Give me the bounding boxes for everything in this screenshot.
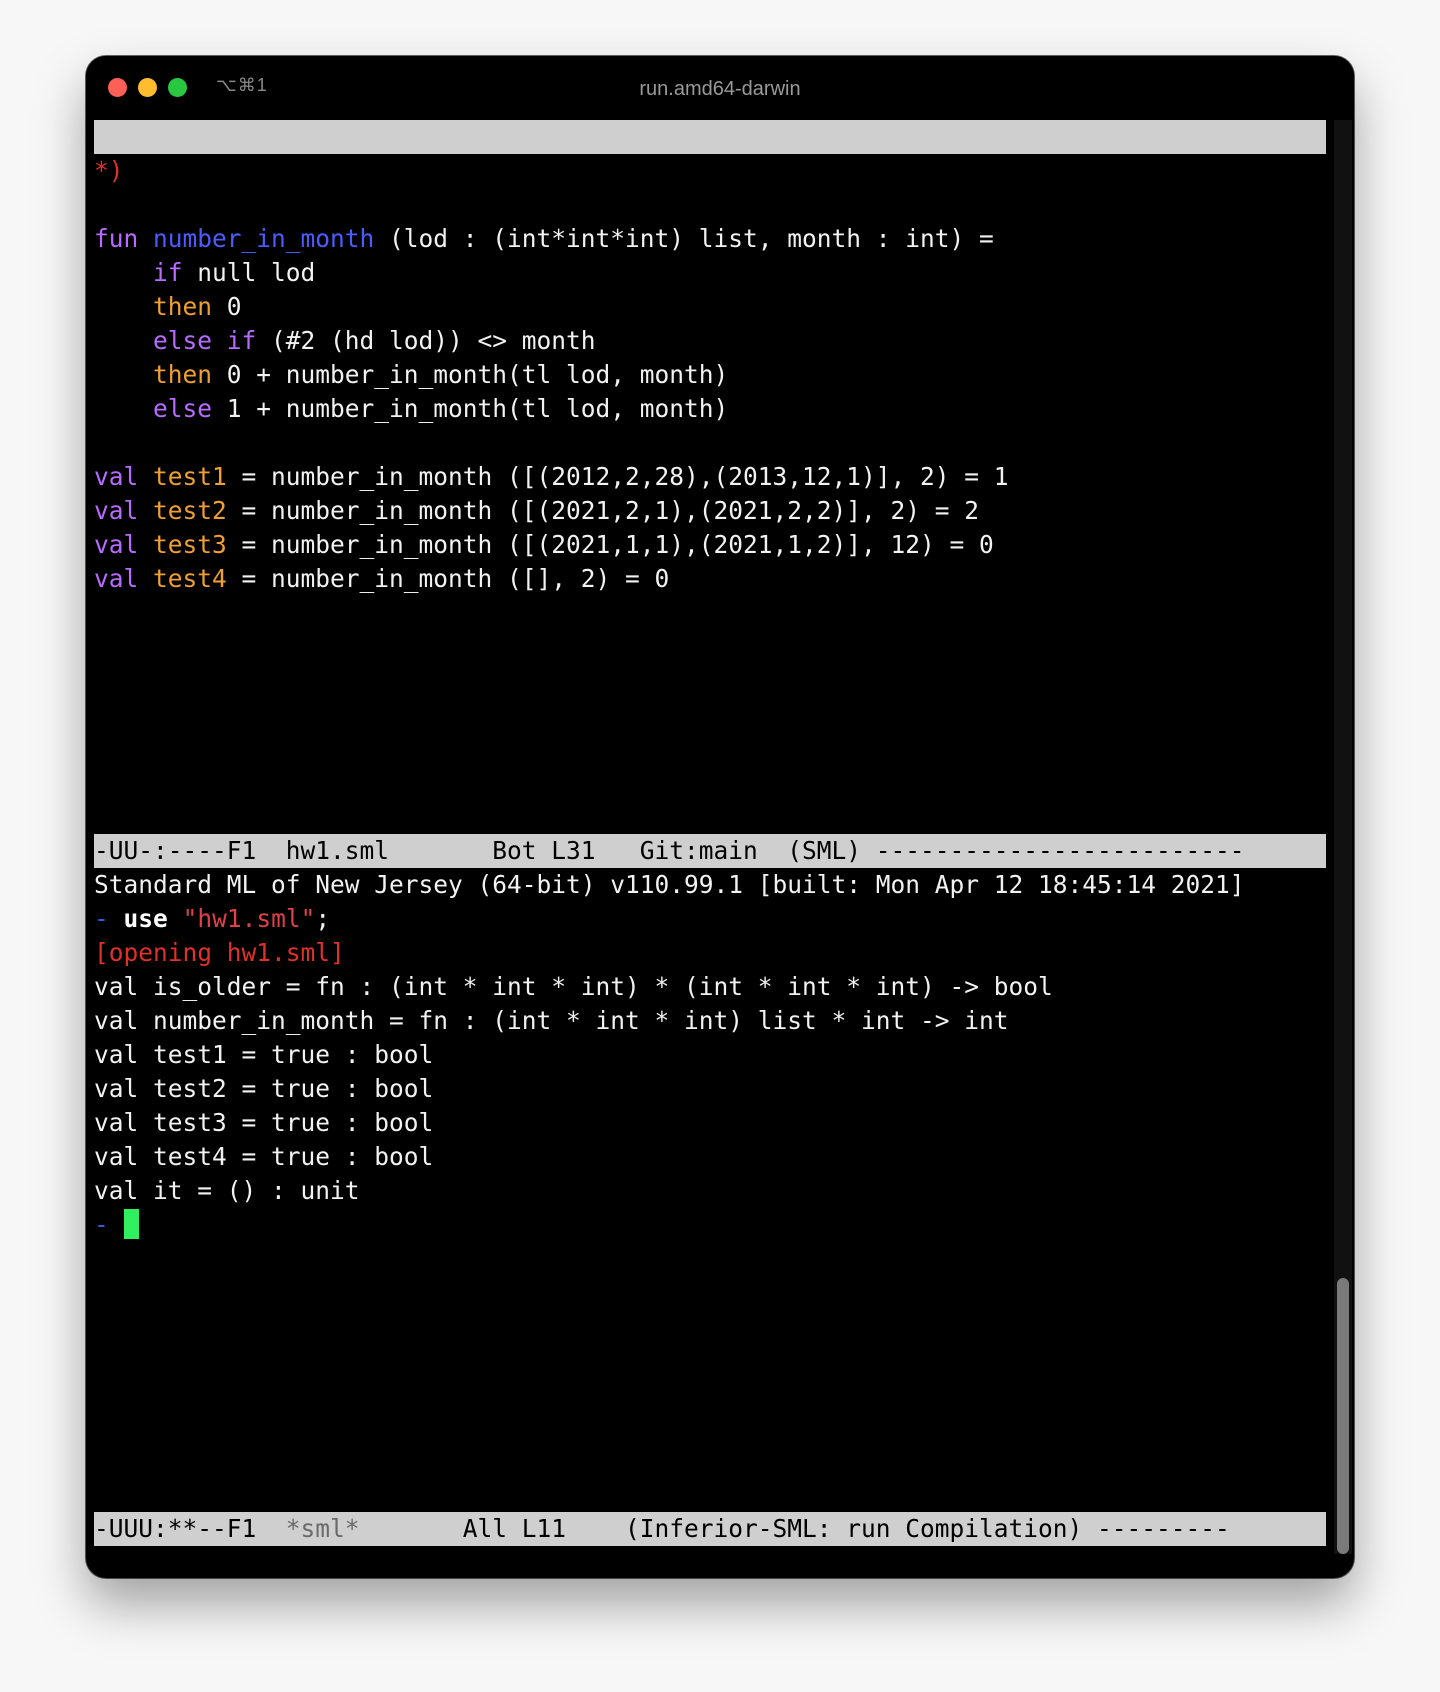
code-line-test2: val test2 = number_in_month ([(2021,2,1)… [94, 494, 979, 528]
repl-output-line: val is_older = fn : (int * int * int) * … [94, 972, 1053, 1001]
repl-output-line: val test3 = true : bool [94, 1108, 434, 1137]
menu-help[interactable]: Help [1112, 156, 1171, 185]
code-text: = number_in_month ([(2021,1,1),(2021,1,2… [226, 530, 994, 559]
repl-banner: Standard ML of New Jersey (64-bit) v110.… [94, 870, 1245, 899]
menu-file[interactable]: File [183, 156, 242, 185]
code-text: 1 + number_in_month(tl lod, month) [212, 394, 729, 423]
comment-end: *) [94, 156, 124, 185]
code-text: = number_in_month ([], 2) = 0 [226, 564, 670, 593]
repl-input-line[interactable]: - [94, 1208, 139, 1242]
menu-signals[interactable]: Signals [994, 156, 1097, 185]
keyword: then [153, 292, 213, 321]
mode-line-buffer-name: *sml* [285, 1514, 360, 1543]
menu-bar: File Edit Options Buffers Tools Errors C… [94, 120, 1326, 185]
keyword: val [94, 496, 139, 525]
function-name: number_in_month [153, 224, 375, 253]
repl-output-line: val test4 = true : bool [94, 1142, 434, 1171]
repl-opening: [opening hw1.sml] [94, 938, 345, 967]
scrollbar-thumb[interactable] [1337, 1278, 1349, 1554]
repl-output-line: val test1 = true : bool [94, 1040, 434, 1069]
mode-line-editor[interactable]: -UU-:----F1 hw1.sml Bot L31 Git:main (SM… [94, 834, 1326, 868]
mode-line-status: -UUU:**--F1 [94, 1514, 286, 1543]
keyword: then [153, 360, 213, 389]
code-line-else: else 1 + number_in_month(tl lod, month) [94, 392, 728, 426]
variable-name: test2 [153, 496, 227, 525]
code-line-else-if: else if (#2 (hd lod)) <> month [94, 324, 596, 358]
keyword: val [94, 564, 139, 593]
keyword: val [94, 530, 139, 559]
text-cursor [123, 1209, 139, 1239]
code-text: 0 + number_in_month(tl lod, month) [212, 360, 729, 389]
title-bar[interactable]: ⌥⌘1 run.amd64-darwin [86, 56, 1354, 120]
menu-edit[interactable]: Edit [256, 156, 315, 185]
repl-output-line: val test2 = true : bool [94, 1074, 434, 1103]
code-text: = number_in_month ([(2012,2,28),(2013,12… [226, 462, 1009, 491]
use-command: use [123, 904, 168, 933]
menu-tools[interactable]: Tools [566, 156, 640, 185]
emacs-frame[interactable]: File Edit Options Buffers Tools Errors C… [94, 120, 1326, 1554]
use-argument: "hw1.sml" [182, 904, 316, 933]
code-line-if: if null lod [94, 256, 315, 290]
variable-name: test1 [153, 462, 227, 491]
keyword: if [153, 258, 183, 287]
keyword: else if [153, 326, 257, 355]
menu-complete[interactable]: Complete [758, 156, 876, 185]
terminal-window: ⌥⌘1 run.amd64-darwin File Edit Options B… [86, 56, 1354, 1578]
code-text: = number_in_month ([(2021,2,1),(2021,2,2… [226, 496, 980, 525]
repl-output-line: val it = () : unit [94, 1176, 360, 1205]
keyword: val [94, 462, 139, 491]
code-text: (#2 (hd lod)) <> month [256, 326, 596, 355]
variable-name: test4 [153, 564, 227, 593]
keyword: else [153, 394, 213, 423]
code-line-then-2: then 0 + number_in_month(tl lod, month) [94, 358, 728, 392]
repl-output-line: val number_in_month = fn : (int * int * … [94, 1006, 1009, 1035]
variable-name: test3 [153, 530, 227, 559]
mode-line-repl[interactable]: -UUU:**--F1 *sml* All L11 (Inferior-SML:… [94, 1512, 1326, 1546]
menu-in-out[interactable]: In/Out [891, 156, 980, 185]
menu-errors[interactable]: Errors [655, 156, 744, 185]
repl-use-line: - use "hw1.sml"; [94, 902, 330, 936]
mode-line-info: All L11 (Inferior-SML: run Compilation) … [359, 1514, 1230, 1543]
menu-buffers[interactable]: Buffers [448, 156, 551, 185]
repl-prompt: - [94, 904, 109, 933]
code-line-then-1: then 0 [94, 290, 242, 324]
code-text: 0 [212, 292, 242, 321]
code-line-test3: val test3 = number_in_month ([(2021,1,1)… [94, 528, 994, 562]
keyword: fun [94, 224, 139, 253]
code-line-test1: val test1 = number_in_month ([(2012,2,28… [94, 460, 1009, 494]
code-text: null lod [182, 258, 316, 287]
code-text: (lod : (int*int*int) list, month : int) … [374, 224, 994, 253]
code-line-test4: val test4 = number_in_month ([], 2) = 0 [94, 562, 669, 596]
code-line-fun: fun number_in_month (lod : (int*int*int)… [94, 222, 994, 256]
repl-prompt: - [94, 1210, 109, 1239]
menu-options[interactable]: Options [330, 156, 433, 185]
window-title: run.amd64-darwin [639, 78, 801, 100]
use-terminator: ; [315, 904, 331, 933]
